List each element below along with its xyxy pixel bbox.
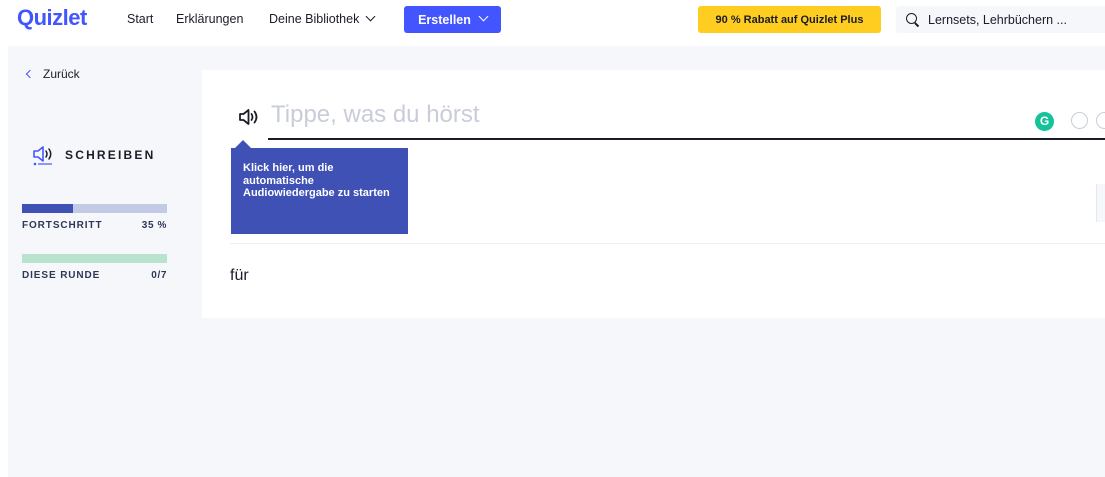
write-mode-icon	[32, 144, 56, 166]
back-link[interactable]: Zurück	[25, 67, 80, 81]
promo-button[interactable]: 90 % Rabatt auf Quizlet Plus	[698, 6, 881, 33]
search-icon	[906, 13, 919, 26]
search-box[interactable]	[896, 6, 1105, 33]
divider	[230, 243, 1105, 244]
speaker-icon[interactable]	[238, 108, 260, 126]
autoplay-tooltip[interactable]: Klick hier, um die automatische Audiowie…	[231, 140, 408, 234]
sidebar: Zurück SCHREIBEN FORTSCHRITT 35 % DIESE …	[8, 46, 181, 477]
chevron-left-icon	[25, 69, 35, 79]
progress-bar-fill	[22, 204, 73, 213]
grammarly-icon[interactable]: G	[1035, 112, 1054, 131]
round-bar	[22, 254, 167, 263]
progress-value: 35 %	[141, 220, 167, 231]
nav-library-dropdown[interactable]: Deine Bibliothek	[269, 11, 376, 26]
search-input[interactable]	[928, 12, 1105, 27]
create-button[interactable]: Erstellen	[404, 6, 501, 33]
top-nav: Quizlet Start Erklärungen Deine Biblioth…	[0, 0, 1105, 40]
progress-label: FORTSCHRITT	[22, 220, 103, 231]
round-value: 0/7	[151, 270, 167, 281]
chevron-down-icon	[478, 11, 489, 22]
nav-explanations-link[interactable]: Erklärungen	[176, 12, 243, 26]
quizlet-logo[interactable]: Quizlet	[17, 5, 87, 31]
prompt-word: für	[230, 267, 249, 284]
create-button-label: Erstellen	[418, 12, 471, 27]
nav-library-label: Deine Bibliothek	[269, 12, 360, 26]
back-label: Zurück	[43, 67, 80, 81]
answer-input[interactable]	[268, 98, 1105, 140]
circle-option-icon[interactable]	[1071, 112, 1088, 129]
scroll-arrows[interactable]	[1096, 184, 1105, 222]
chevron-down-icon	[365, 11, 376, 22]
nav-start-link[interactable]: Start	[127, 12, 153, 26]
mode-title: SCHREIBEN	[65, 148, 156, 162]
progress-bar	[22, 204, 167, 213]
round-label: DIESE RUNDE	[22, 270, 101, 281]
study-mode-header: SCHREIBEN	[32, 144, 155, 166]
